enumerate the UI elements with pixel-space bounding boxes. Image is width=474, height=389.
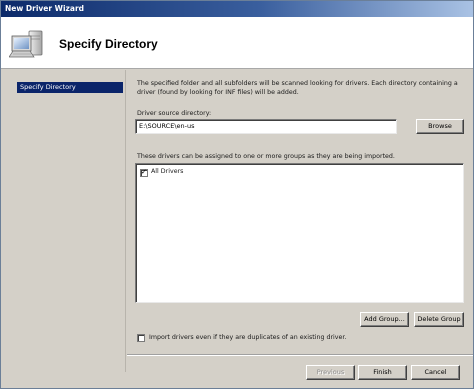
browse-button[interactable]: Browse (416, 119, 464, 134)
import-duplicates-checkbox[interactable] (137, 334, 145, 342)
computer-icon (8, 27, 45, 61)
cancel-button[interactable]: Cancel (411, 365, 460, 380)
source-directory-input[interactable]: E:\SOURCE\en-us (135, 119, 397, 134)
add-group-button[interactable]: Add Group... (360, 312, 409, 327)
description-text: The specified folder and all subfolders … (137, 80, 458, 96)
wizard-sidebar: Specify Directory (1, 70, 126, 372)
title-bar[interactable]: New Driver Wizard (1, 1, 473, 17)
wizard-window: New Driver Wizard Specify Directory Spec… (0, 0, 474, 389)
wizard-content: The specified folder and all subfolders … (127, 70, 473, 386)
footer-divider (127, 354, 473, 356)
finish-button[interactable]: Finish (358, 365, 407, 380)
group-checkbox-all-drivers[interactable]: ✓ (140, 168, 148, 177)
groups-label: These drivers can be assigned to one or … (137, 153, 395, 160)
check-icon: ✓ (141, 168, 147, 176)
delete-group-button[interactable]: Delete Group (414, 312, 464, 327)
sidebar-item-specify-directory[interactable]: Specify Directory (17, 82, 123, 93)
driver-groups-list[interactable]: ✓ All Drivers (135, 163, 464, 303)
previous-button[interactable]: Previous (306, 365, 355, 380)
source-directory-label: Driver source directory: (137, 110, 212, 117)
import-duplicates-label: Import drivers even if they are duplicat… (149, 334, 347, 341)
page-title: Specify Directory (59, 37, 158, 51)
group-label-all-drivers: All Drivers (151, 168, 184, 175)
wizard-header: Specify Directory (1, 17, 473, 69)
